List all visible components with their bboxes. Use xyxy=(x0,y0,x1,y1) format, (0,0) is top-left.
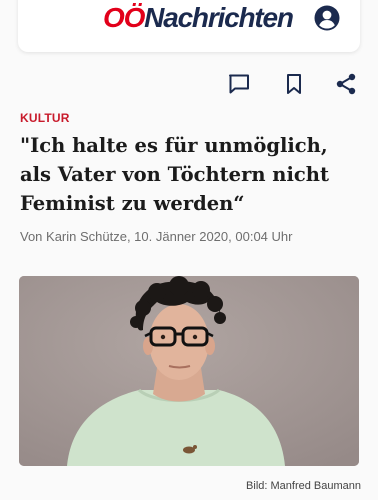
article-photo[interactable] xyxy=(19,276,359,466)
photo-credit: Bild: Manfred Baumann xyxy=(246,480,361,492)
site-header: OÖNachrichten xyxy=(18,0,360,52)
site-logo[interactable]: OÖNachrichten xyxy=(103,1,294,35)
logo-part-nachrichten: Nachrichten xyxy=(144,2,294,33)
bookmark-icon[interactable] xyxy=(282,72,306,96)
article-byline: Von Karin Schütze, 10. Jänner 2020, 00:0… xyxy=(20,229,293,244)
article-headline: "Ich halte es für unmöglich, als Vater v… xyxy=(20,134,329,215)
comment-icon[interactable] xyxy=(227,72,251,96)
article-page: OÖNachrichten KULTUR "Ich halte es für u… xyxy=(0,0,378,500)
share-icon[interactable] xyxy=(334,72,358,96)
logo-part-oo: OÖ xyxy=(103,2,145,33)
article-actions xyxy=(0,72,378,100)
article-category[interactable]: KULTUR xyxy=(20,111,70,125)
portrait-illustration xyxy=(19,276,359,466)
account-icon[interactable] xyxy=(314,5,340,31)
